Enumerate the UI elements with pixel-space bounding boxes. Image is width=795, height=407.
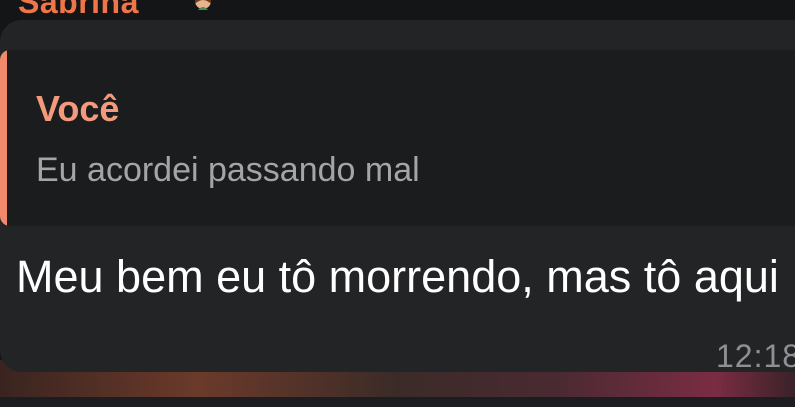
reply-text: Eu acordei passando mal	[36, 151, 420, 189]
sender-name[interactable]: Sabrina	[18, 0, 139, 21]
reply-quote-bar	[0, 50, 7, 226]
bottom-bar	[0, 397, 795, 407]
message-bubble[interactable]: Você Eu acordei passando mal Meu bem eu …	[0, 20, 795, 374]
message-timestamp: 12:18	[716, 338, 795, 374]
woman-emoji-icon	[195, 0, 211, 10]
chat-viewport: Sabrina Você Eu acordei passando mal Meu…	[0, 0, 795, 407]
reply-author: Você	[36, 88, 120, 129]
message-text: Meu bem eu tô morrendo, mas tô aqui	[16, 251, 779, 302]
reply-quote[interactable]: Você Eu acordei passando mal	[0, 50, 795, 226]
